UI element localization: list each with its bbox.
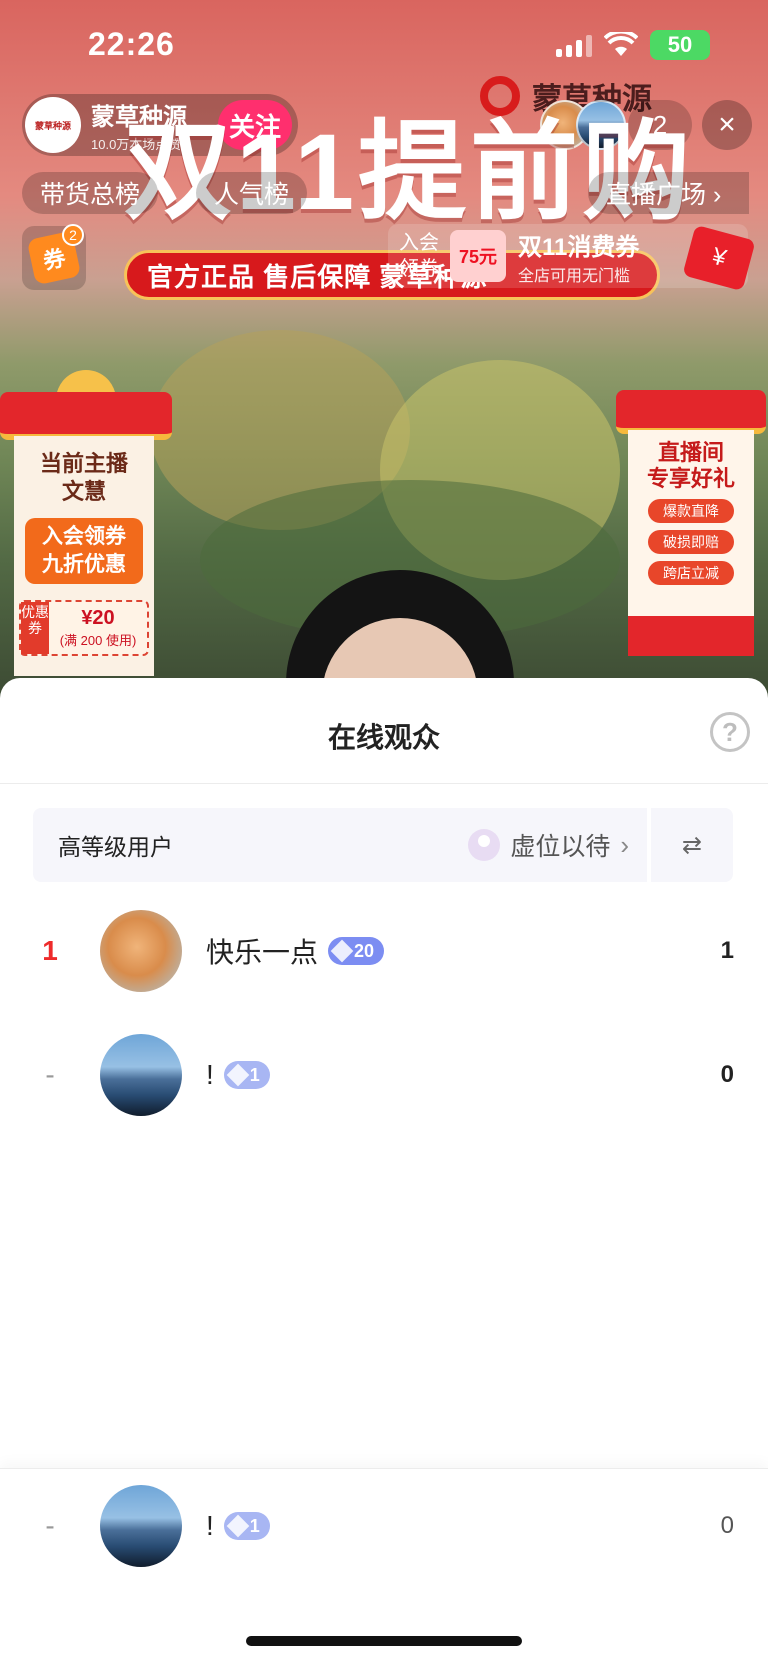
coupon-tag: 优惠券 xyxy=(21,602,49,654)
gift-tag: 跨店立减 xyxy=(648,561,734,585)
list-item[interactable]: - ! 1 0 xyxy=(0,1030,768,1120)
diamond-icon xyxy=(330,939,354,963)
high-level-label: 高等级用户 xyxy=(58,834,173,860)
gift-host-name: 文慧 xyxy=(61,479,106,504)
viewer-name: 快乐一点 xyxy=(206,937,319,968)
empty-avatar-icon xyxy=(468,829,501,861)
viewer-name: ! xyxy=(206,1510,214,1541)
rank-number: 1 xyxy=(42,935,58,966)
level-badge: 1 xyxy=(223,1512,270,1540)
viewer-name: ! xyxy=(206,1059,214,1090)
my-rank-row[interactable]: - ! 1 0 xyxy=(0,1468,768,1662)
signal-icon xyxy=(556,33,592,57)
member-coupon-price: 75元 xyxy=(450,230,506,282)
wifi-icon xyxy=(604,32,638,56)
list-item[interactable]: 1 快乐一点 20 1 xyxy=(0,906,768,996)
live-stream-view: 22:26 50 蒙草种源 蒙草种源 10.0万本场点赞 关注 蒙草种源 2 × xyxy=(0,0,768,700)
avatar xyxy=(100,910,182,992)
host-gift-card[interactable]: 当前主播 文慧 入会领券 九折优惠 优惠券 ¥20 (满 200 使用) xyxy=(0,370,172,676)
sales-rank-tab[interactable]: 带货总榜 xyxy=(22,172,159,214)
diamond-icon xyxy=(226,1514,250,1538)
gift-right-subtitle: 专享好礼 xyxy=(646,466,735,491)
live-gift-card[interactable]: 直播间 专享好礼 爆款直降 破损即赔 跨店立减 xyxy=(616,380,766,670)
battery-icon: 50 xyxy=(650,30,710,60)
coupon-entry[interactable]: 券 2 xyxy=(22,224,86,290)
contribution-score: 0 xyxy=(720,1061,734,1088)
chevron-right-icon: › xyxy=(620,829,629,860)
member-coupon-subtitle: 全店可用无门槛 xyxy=(518,267,631,285)
swap-icon[interactable]: ⇄ xyxy=(651,808,733,882)
level-badge: 20 xyxy=(328,937,385,965)
discount-coupon[interactable]: 优惠券 ¥20 (满 200 使用) xyxy=(19,600,149,656)
level-status: 虚位以待 xyxy=(510,833,611,861)
avatar xyxy=(100,1034,182,1116)
coupon-amount: ¥20 xyxy=(81,606,115,629)
gift-right-title: 直播间 xyxy=(657,440,724,465)
avatar xyxy=(100,1485,182,1567)
gift-title: 当前主播 xyxy=(39,451,128,476)
brand-logo-icon xyxy=(480,76,520,116)
sheet-title: 在线观众 xyxy=(327,722,440,753)
contribution-score: 1 xyxy=(720,937,734,964)
rank-number: - xyxy=(45,1510,55,1541)
member-coupon-title: 双11消费券 xyxy=(518,233,640,261)
close-icon[interactable]: × xyxy=(702,100,752,150)
coupon-condition: (满 200 使用) xyxy=(59,632,137,648)
join-coupon-button[interactable]: 入会领券 九折优惠 xyxy=(25,518,143,584)
sheet-header: 在线观众 ? xyxy=(0,678,768,784)
diamond-icon xyxy=(226,1063,250,1087)
help-icon[interactable]: ? xyxy=(710,712,750,752)
member-coupon-label: 领券 xyxy=(399,258,439,280)
status-bar: 22:26 50 xyxy=(0,0,768,88)
coupon-count-badge: 2 xyxy=(62,224,84,246)
host-logo: 蒙草种源 xyxy=(25,97,81,153)
live-square-link[interactable]: 直播广场 › xyxy=(588,172,750,214)
high-level-user-bar[interactable]: 高等级用户 虚位以待 › xyxy=(33,808,647,882)
gift-tag: 破损即赔 xyxy=(648,530,734,554)
status-icons: 50 xyxy=(556,30,710,60)
contribution-score: 0 xyxy=(720,1512,734,1539)
rank-number: - xyxy=(45,1059,55,1090)
gift-tag: 爆款直降 xyxy=(648,499,734,523)
list-item: - ! 1 0 xyxy=(0,1481,768,1571)
status-time: 22:26 xyxy=(88,26,175,62)
level-badge: 1 xyxy=(223,1061,270,1089)
home-indicator xyxy=(246,1636,522,1646)
member-join-label: 入会 xyxy=(399,232,439,254)
popularity-rank-tab[interactable]: 人气榜 xyxy=(196,172,308,214)
